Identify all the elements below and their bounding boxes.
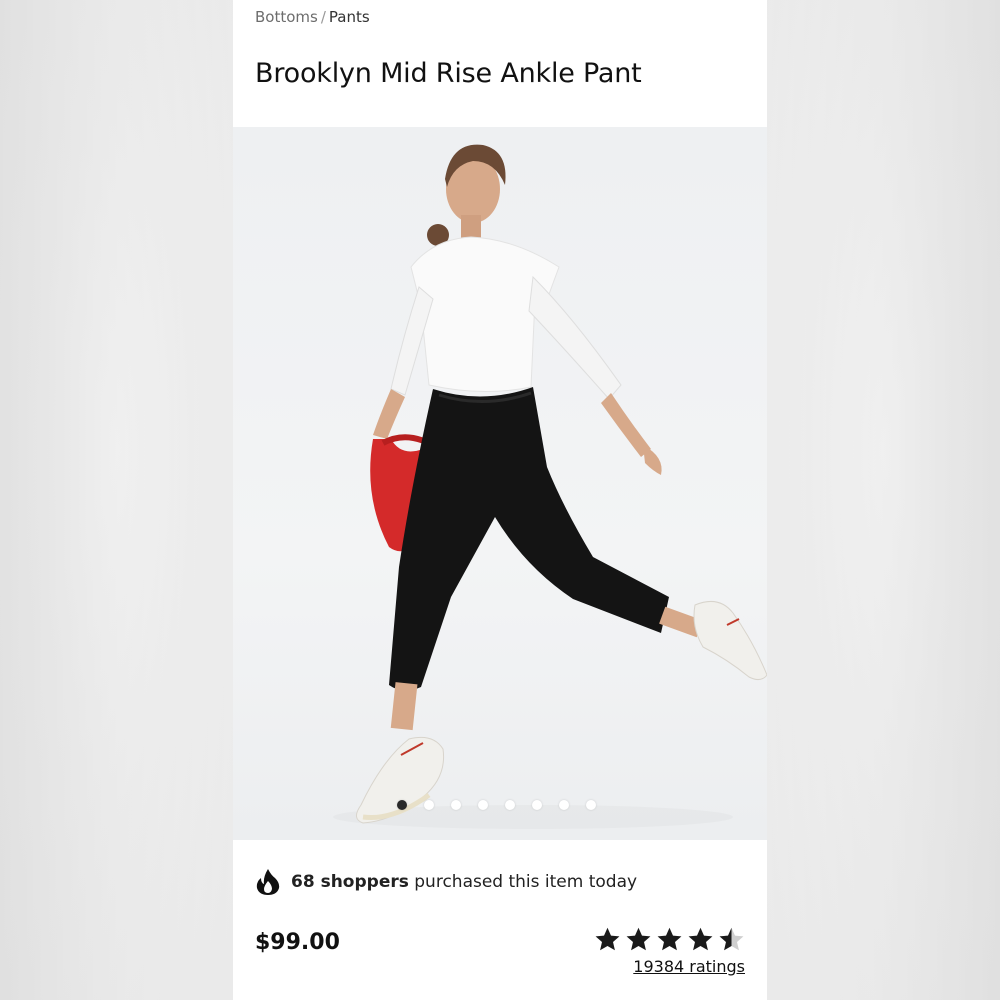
star-rating: [594, 926, 745, 953]
breadcrumb-current[interactable]: Pants: [329, 8, 370, 26]
star-icon: [626, 927, 651, 951]
breadcrumb-parent[interactable]: Bottoms: [255, 8, 318, 26]
breadcrumb-separator: /: [320, 8, 326, 26]
background-blur-left: [0, 0, 233, 1000]
half-star-icon: [719, 927, 744, 951]
carousel-dot[interactable]: [505, 800, 515, 810]
shopper-count: 68 shoppers: [291, 872, 409, 892]
background-blur-right: [767, 0, 1000, 1000]
carousel-dot[interactable]: [478, 800, 488, 810]
carousel-dot[interactable]: [532, 800, 542, 810]
star-icon: [688, 927, 713, 951]
product-photo: [333, 144, 767, 829]
breadcrumb: Bottoms / Pants: [255, 8, 370, 26]
ratings-count-link[interactable]: 19384 ratings: [633, 957, 745, 976]
carousel-dots: [233, 800, 767, 810]
star-icon: [595, 927, 620, 951]
social-proof: 68 shoppers purchased this item today: [255, 868, 637, 896]
product-rating[interactable]: 19384 ratings: [594, 926, 745, 976]
carousel-dot[interactable]: [397, 800, 407, 810]
star-icon: [657, 927, 682, 951]
product-page: Bottoms / Pants Brooklyn Mid Rise Ankle …: [233, 0, 767, 1000]
product-image-carousel[interactable]: [233, 127, 767, 840]
carousel-dot[interactable]: [586, 800, 596, 810]
product-price: $99.00: [255, 930, 340, 955]
carousel-dot[interactable]: [424, 800, 434, 810]
carousel-dot[interactable]: [451, 800, 461, 810]
flame-icon: [256, 869, 280, 895]
carousel-dot[interactable]: [559, 800, 569, 810]
social-proof-text: purchased this item today: [414, 872, 638, 892]
product-title: Brooklyn Mid Rise Ankle Pant: [255, 58, 642, 89]
